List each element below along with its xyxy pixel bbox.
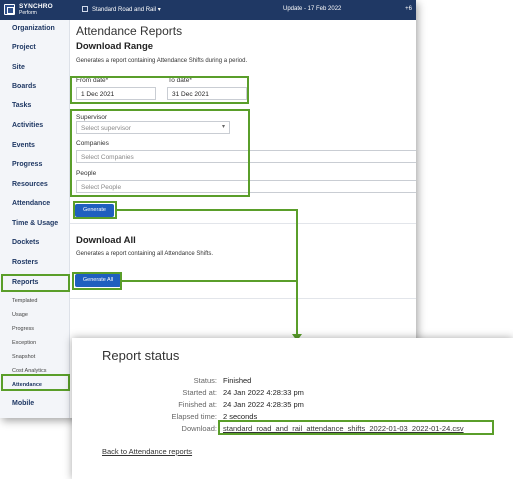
generate-all-highlight [72, 272, 122, 290]
download-all-description: Generates a report containing all Attend… [76, 251, 214, 257]
finished-at-label: Finished at: [178, 400, 217, 409]
sidebar-item-site[interactable]: Site [12, 64, 25, 71]
report-status-panel: Report status Status: Finished Started a… [72, 338, 513, 479]
section-divider [70, 223, 416, 224]
elapsed-time-label: Elapsed time: [171, 412, 217, 421]
sidebar-subitem-progress[interactable]: Progress [12, 326, 34, 332]
logo-text: SYNCHRO [19, 3, 53, 10]
sidebar-subitem-snapshot[interactable]: Snapshot [12, 354, 35, 360]
finished-at-value: 24 Jan 2022 4:28:35 pm [223, 400, 304, 409]
sidebar-item-progress[interactable]: Progress [12, 161, 42, 168]
page-title: Attendance Reports [76, 24, 183, 38]
date-range-highlight [70, 76, 249, 104]
project-name: Standard Road and Rail [92, 7, 157, 13]
sidebar-item-boards[interactable]: Boards [12, 83, 36, 90]
section-divider [70, 298, 416, 299]
chevron-down-icon: ▾ [157, 7, 161, 13]
sidebar-item-tasks[interactable]: Tasks [12, 102, 31, 109]
started-at-label: Started at: [182, 388, 217, 397]
generate-highlight [73, 201, 117, 219]
started-at-value: 24 Jan 2022 4:28:33 pm [223, 388, 304, 397]
sidebar-item-events[interactable]: Events [12, 142, 35, 149]
report-status-title: Report status [102, 348, 180, 363]
sidebar-item-rosters[interactable]: Rosters [12, 259, 38, 266]
top-bar: SYNCHRO Perform Standard Road and Rail ▾… [0, 0, 416, 20]
sidebar-item-dockets[interactable]: Dockets [12, 239, 39, 246]
filters-highlight [70, 109, 250, 197]
sidebar-item-project[interactable]: Project [12, 44, 36, 51]
sidebar-subitem-templated[interactable]: Templated [12, 298, 37, 304]
status-value: Finished [223, 376, 252, 385]
update-label: Update - 17 Feb 2022 [283, 6, 342, 12]
sidebar-subitem-exception[interactable]: Exception [12, 340, 36, 346]
back-to-reports-link[interactable]: Back to Attendance reports [102, 447, 192, 456]
sidebar-item-activities[interactable]: Activities [12, 122, 43, 129]
connector-line [296, 209, 298, 337]
download-range-description: Generates a report containing Attendance… [76, 58, 248, 64]
attendance-subitem-highlight [1, 374, 70, 391]
download-all-heading: Download All [76, 235, 136, 246]
download-link-highlight [218, 420, 494, 435]
sidebar-item-time-usage[interactable]: Time & Usage [12, 220, 58, 227]
logo-icon [4, 4, 15, 15]
project-selector[interactable]: Standard Road and Rail ▾ [82, 6, 161, 13]
sidebar-item-mobile[interactable]: Mobile [12, 400, 34, 407]
sidebar-item-organization[interactable]: Organization [12, 25, 55, 32]
logo-subtext: Perform [19, 10, 37, 16]
sidebar-item-resources[interactable]: Resources [12, 181, 48, 188]
connector-line [117, 209, 297, 211]
status-label: Status: [193, 376, 217, 385]
download-range-heading: Download Range [76, 41, 154, 52]
app-logo[interactable]: SYNCHRO Perform [4, 3, 64, 17]
sidebar: Organization Project Site Boards Tasks A… [0, 20, 70, 418]
project-icon [82, 6, 88, 12]
reports-highlight [1, 274, 70, 292]
sidebar-subitem-usage[interactable]: Usage [12, 312, 28, 318]
overflow-indicator[interactable]: +6 [405, 6, 412, 12]
connector-line [122, 280, 297, 282]
sidebar-item-attendance[interactable]: Attendance [12, 200, 50, 207]
download-label: Download: [181, 424, 217, 433]
